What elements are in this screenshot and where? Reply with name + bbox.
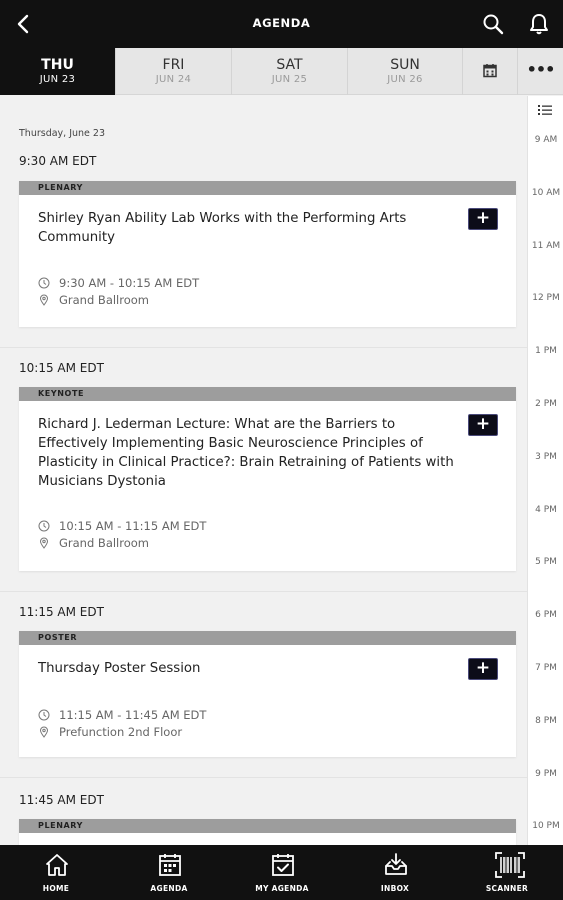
tab-day-name: FRI (162, 57, 185, 73)
tab-day-date: JUN 24 (155, 74, 192, 85)
time-slot-heading: 11:45 AM EDT (19, 793, 104, 807)
calendar-check-icon (272, 854, 294, 876)
calendar-icon (159, 854, 181, 876)
tab-day-date: JUN 26 (387, 74, 423, 85)
nav-inbox[interactable]: INBOX (339, 845, 451, 900)
time-slot-heading: 11:15 AM EDT (19, 605, 104, 619)
session-title[interactable]: Thursday Poster Session (38, 659, 458, 678)
location-pin-icon (39, 726, 49, 738)
tab-day-date: JUN 25 (271, 74, 308, 85)
session-time-text: 10:15 AM - 11:15 AM EDT (59, 519, 207, 533)
session-location-text: Grand Ballroom (59, 536, 150, 550)
hour-marker[interactable]: 4 PM (528, 505, 563, 515)
session-time-text: 11:15 AM - 11:45 AM EDT (59, 708, 207, 722)
nav-scanner[interactable]: SCANNER (451, 845, 563, 900)
location-pin-icon (39, 537, 49, 549)
top-app-bar: AGENDA (0, 0, 563, 48)
hour-marker[interactable]: 10 PM (528, 821, 563, 831)
nav-my-agenda[interactable]: MY AGENDA (226, 845, 338, 900)
divider (0, 347, 527, 348)
location-pin-icon (39, 294, 49, 306)
session-type-tag: POSTER (19, 631, 516, 645)
bottom-navigation: HOME AGENDA MY AGENDA INBOX SCANNER (0, 845, 563, 900)
add-to-agenda-button[interactable]: + (468, 414, 498, 436)
hour-marker[interactable]: 8 PM (528, 716, 563, 726)
page-title: AGENDA (252, 16, 311, 30)
calendar-icon (483, 64, 497, 78)
home-icon (46, 854, 68, 876)
tab-day-date: JUN 23 (39, 74, 76, 85)
session-card[interactable]: POSTER Thursday Poster Session + 11:15 A… (19, 631, 516, 757)
session-time-text: 9:30 AM - 10:15 AM EDT (59, 276, 200, 290)
barcode-scanner-icon (495, 852, 525, 878)
session-title[interactable]: Richard J. Lederman Lecture: What are th… (38, 415, 458, 491)
clock-icon (38, 277, 50, 289)
nav-label: HOME (42, 884, 70, 893)
tab-sun[interactable]: SUN JUN 26 (348, 48, 463, 95)
time-slot-heading: 10:15 AM EDT (19, 361, 104, 375)
tab-sat[interactable]: SAT JUN 25 (232, 48, 348, 95)
hour-marker[interactable]: 11 AM (528, 241, 563, 251)
clock-icon (38, 709, 50, 721)
more-options-button[interactable]: ••• (518, 48, 563, 95)
tab-day-name: THU (41, 57, 74, 73)
session-location-text: Grand Ballroom (59, 293, 150, 307)
list-view-icon[interactable] (537, 103, 553, 117)
tab-day-name: SAT (276, 57, 303, 73)
nav-home[interactable]: HOME (0, 845, 112, 900)
session-location-text: Prefunction 2nd Floor (59, 725, 183, 739)
tab-day-name: SUN (390, 57, 420, 73)
session-type-tag: PLENARY (19, 819, 516, 833)
hour-marker[interactable]: 12 PM (528, 293, 563, 303)
add-to-agenda-button[interactable]: + (468, 658, 498, 680)
hour-marker[interactable]: 6 PM (528, 610, 563, 620)
hour-marker[interactable]: 1 PM (528, 346, 563, 356)
time-slot-heading: 9:30 AM EDT (19, 154, 97, 168)
add-to-agenda-button[interactable]: + (468, 208, 498, 230)
tab-thu[interactable]: THU JUN 23 (0, 48, 116, 95)
divider (0, 591, 527, 592)
tab-fri[interactable]: FRI JUN 24 (116, 48, 232, 95)
divider (0, 777, 527, 778)
session-list: Thursday, June 23 9:30 AM EDT PLENARY Sh… (0, 96, 527, 845)
hour-marker[interactable]: 10 AM (528, 188, 563, 198)
calendar-picker-button[interactable] (463, 48, 518, 95)
notifications-bell-icon[interactable] (527, 12, 551, 36)
nav-label: AGENDA (150, 884, 188, 893)
session-title[interactable]: Shirley Ryan Ability Lab Works with the … (38, 209, 458, 247)
hour-marker[interactable]: 9 PM (528, 769, 563, 779)
session-type-tag: KEYNOTE (19, 387, 516, 401)
nav-agenda[interactable]: AGENDA (113, 845, 225, 900)
session-card[interactable]: PLENARY Shirley Ryan Ability Lab Works w… (19, 181, 516, 327)
hour-marker[interactable]: 9 AM (528, 135, 563, 145)
session-type-tag: PLENARY (19, 181, 516, 195)
session-card[interactable]: PLENARY (19, 819, 516, 845)
hour-marker[interactable]: 7 PM (528, 663, 563, 673)
nav-label: MY AGENDA (255, 884, 309, 893)
date-label: Thursday, June 23 (19, 128, 106, 139)
hour-marker[interactable]: 5 PM (528, 557, 563, 567)
nav-label: SCANNER (485, 884, 529, 893)
search-icon[interactable] (481, 12, 505, 36)
more-icon: ••• (526, 60, 556, 79)
clock-icon (38, 520, 50, 532)
hour-marker[interactable]: 2 PM (528, 399, 563, 409)
hour-index-rail[interactable]: 9 AM 10 AM 11 AM 12 PM 1 PM 2 PM 3 PM 4 PM 5 PM 6… (527, 96, 563, 845)
session-card[interactable]: KEYNOTE Richard J. Lederman Lecture: Wha… (19, 387, 516, 571)
hour-marker[interactable]: 3 PM (528, 452, 563, 462)
inbox-icon (385, 853, 407, 875)
day-tabs: THU JUN 23 FRI JUN 24 SAT JUN 25 SUN JUN… (0, 48, 563, 95)
nav-label: INBOX (380, 884, 410, 893)
